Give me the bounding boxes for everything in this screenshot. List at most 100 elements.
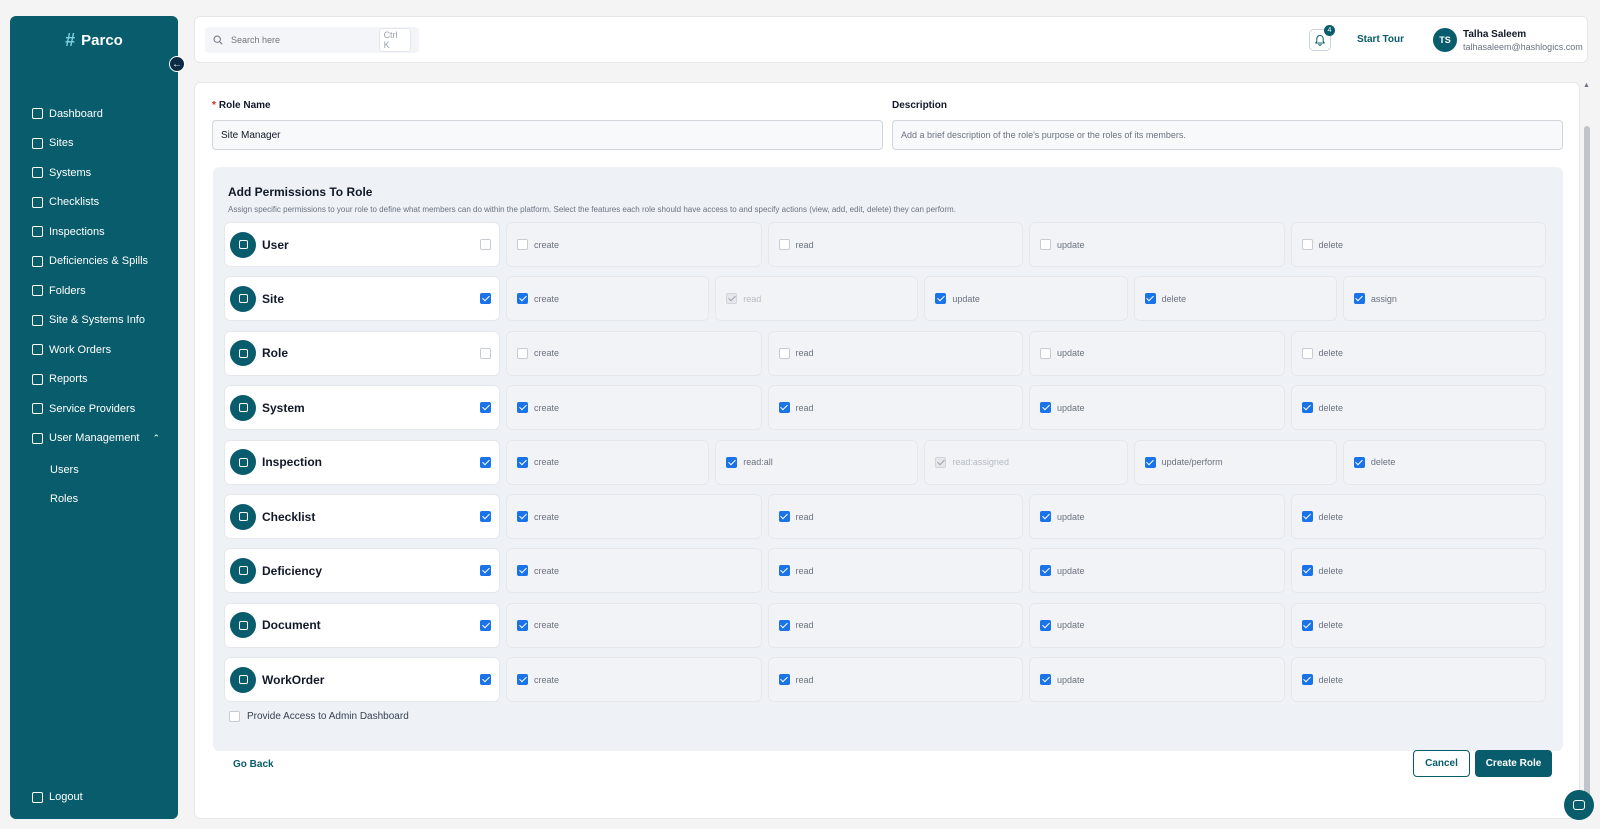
permission-action-read[interactable]: read: [767, 548, 1023, 594]
permission-action-read[interactable]: read: [767, 602, 1023, 648]
sidebar-item-systems[interactable]: Systems: [10, 158, 178, 188]
permission-checkbox[interactable]: [726, 456, 738, 468]
module-select-all-checkbox[interactable]: [480, 619, 491, 631]
scroll-up-arrow[interactable]: ▲: [1583, 82, 1590, 89]
permission-action-create[interactable]: create: [506, 548, 762, 594]
sidebar-subitem-roles[interactable]: Roles: [10, 485, 178, 515]
permission-action-update[interactable]: update: [924, 276, 1128, 322]
chat-support-button[interactable]: [1564, 790, 1594, 820]
permission-action-create[interactable]: create: [506, 330, 762, 376]
role-name-input[interactable]: [212, 120, 883, 150]
permission-action-delete[interactable]: delete: [1290, 548, 1546, 594]
permission-checkbox[interactable]: [778, 239, 790, 250]
module-select-all-checkbox[interactable]: [480, 293, 491, 305]
module-select-all-checkbox[interactable]: [480, 239, 491, 250]
sidebar-item-user-management[interactable]: User Management ⌃: [10, 424, 178, 454]
permission-checkbox[interactable]: [778, 619, 790, 631]
permission-checkbox[interactable]: [1040, 565, 1051, 577]
permission-action-delete[interactable]: delete: [1290, 222, 1546, 267]
permission-action-delete[interactable]: delete: [1290, 330, 1546, 376]
permission-checkbox[interactable]: [517, 347, 528, 359]
permission-checkbox[interactable]: [517, 674, 528, 686]
search-input[interactable]: [230, 35, 371, 45]
scrollbar-thumb[interactable]: [1584, 126, 1590, 806]
permission-checkbox[interactable]: [1040, 347, 1051, 359]
permission-action-update[interactable]: update: [1029, 385, 1285, 431]
sidebar-item-inspections[interactable]: Inspections: [10, 217, 178, 247]
permission-checkbox[interactable]: [778, 347, 790, 359]
permission-checkbox[interactable]: [778, 565, 790, 577]
cancel-button[interactable]: Cancel: [1413, 750, 1470, 777]
logout-button[interactable]: Logout: [32, 791, 83, 803]
sidebar-item-folders[interactable]: Folders: [10, 276, 178, 306]
module-select-all-checkbox[interactable]: [480, 565, 491, 577]
module-select-all-checkbox[interactable]: [480, 511, 491, 522]
permission-action-update[interactable]: update: [1029, 222, 1285, 267]
permission-checkbox[interactable]: [1144, 293, 1156, 305]
permission-checkbox[interactable]: [517, 619, 528, 631]
permission-checkbox[interactable]: [1301, 619, 1313, 631]
permission-checkbox[interactable]: [1301, 402, 1313, 414]
permission-action-delete[interactable]: delete: [1290, 494, 1546, 539]
search-box[interactable]: Ctrl K: [205, 27, 419, 53]
create-role-button[interactable]: Create Role: [1475, 750, 1552, 777]
permission-action-delete[interactable]: delete: [1133, 276, 1337, 322]
user-avatar[interactable]: TS: [1433, 28, 1457, 52]
permission-action-create[interactable]: create: [506, 657, 762, 703]
permission-checkbox[interactable]: [517, 402, 528, 414]
permission-action-create[interactable]: create: [506, 276, 710, 322]
permission-checkbox[interactable]: [1301, 239, 1313, 250]
sidebar-item-sites[interactable]: Sites: [10, 129, 178, 159]
permission-action-create[interactable]: create: [506, 602, 762, 648]
description-input[interactable]: [892, 120, 1563, 150]
sidebar-item-reports[interactable]: Reports: [10, 365, 178, 395]
permission-action-create[interactable]: create: [506, 222, 762, 267]
sidebar-item-dashboard[interactable]: Dashboard: [10, 99, 178, 129]
permission-checkbox[interactable]: [1301, 565, 1313, 577]
permission-checkbox[interactable]: [1040, 674, 1051, 686]
permission-checkbox[interactable]: [517, 239, 528, 250]
permission-checkbox[interactable]: [1040, 511, 1051, 522]
permission-action-delete[interactable]: delete: [1342, 439, 1547, 485]
module-select-all-checkbox[interactable]: [480, 456, 491, 468]
permission-checkbox[interactable]: [778, 674, 790, 686]
permission-action-read[interactable]: read: [767, 657, 1023, 703]
permission-checkbox[interactable]: [1040, 402, 1051, 414]
permission-checkbox[interactable]: [1353, 456, 1365, 468]
page-scrollbar[interactable]: ▲: [1582, 82, 1592, 819]
sidebar-subitem-users[interactable]: Users: [10, 455, 178, 485]
chevron-up-icon[interactable]: ⌃: [152, 433, 160, 444]
admin-access-option[interactable]: Provide Access to Admin Dashboard: [229, 711, 409, 722]
permission-checkbox[interactable]: [1301, 674, 1313, 686]
module-select-all-checkbox[interactable]: [480, 674, 491, 686]
permission-checkbox[interactable]: [517, 511, 528, 522]
permission-checkbox[interactable]: [517, 565, 528, 577]
permission-action-update[interactable]: update: [1029, 657, 1285, 703]
start-tour-link[interactable]: Start Tour: [1357, 34, 1404, 45]
sidebar-item-work-orders[interactable]: Work Orders: [10, 335, 178, 365]
permission-checkbox[interactable]: [517, 293, 528, 305]
permission-action-read[interactable]: read: [767, 222, 1023, 267]
permission-action-delete[interactable]: delete: [1290, 385, 1546, 431]
permission-checkbox[interactable]: [1301, 347, 1313, 359]
sidebar-item-deficiencies-spills[interactable]: Deficiencies & Spills: [10, 247, 178, 277]
permission-checkbox[interactable]: [517, 456, 528, 468]
permission-action-read[interactable]: read: [767, 494, 1023, 539]
permission-action-read[interactable]: read: [767, 385, 1023, 431]
permission-action-delete[interactable]: delete: [1290, 657, 1546, 703]
notifications-button[interactable]: 4: [1309, 25, 1335, 51]
permission-checkbox[interactable]: [778, 402, 790, 414]
permission-action-read-all[interactable]: read:all: [715, 439, 919, 485]
permission-action-update-perform[interactable]: update/perform: [1133, 439, 1337, 485]
module-select-all-checkbox[interactable]: [480, 347, 491, 359]
permission-action-update[interactable]: update: [1029, 330, 1285, 376]
permission-action-update[interactable]: update: [1029, 602, 1285, 648]
admin-access-checkbox[interactable]: [229, 711, 240, 722]
permission-checkbox[interactable]: [1040, 239, 1051, 250]
permission-action-create[interactable]: create: [506, 494, 762, 539]
module-select-all-checkbox[interactable]: [480, 402, 491, 414]
collapse-sidebar-button[interactable]: ←: [169, 56, 185, 72]
sidebar-item-checklists[interactable]: Checklists: [10, 188, 178, 218]
sidebar-item-site-systems-info[interactable]: Site & Systems Info: [10, 306, 178, 336]
go-back-link[interactable]: Go Back: [233, 759, 274, 770]
